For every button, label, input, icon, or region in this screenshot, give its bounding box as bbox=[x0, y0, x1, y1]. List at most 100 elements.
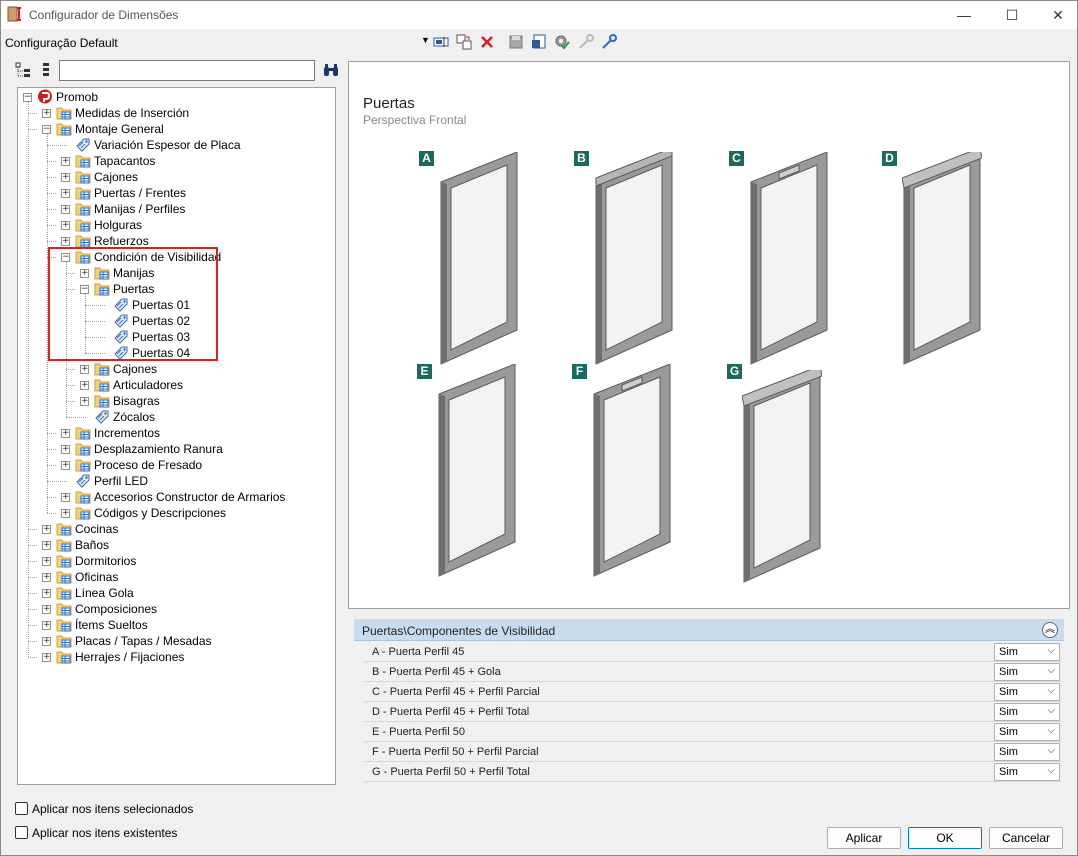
apply-button[interactable]: Aplicar bbox=[827, 827, 901, 849]
property-value-select[interactable]: Sim ⌵ bbox=[994, 703, 1060, 721]
maximize-button[interactable]: ☐ bbox=[989, 1, 1035, 29]
property-value-select[interactable]: Sim ⌵ bbox=[994, 643, 1060, 661]
tree-item[interactable]: + Articuladores bbox=[18, 377, 335, 393]
apply-existing-checkbox[interactable] bbox=[15, 826, 28, 839]
tree-item[interactable]: Perfil LED bbox=[18, 473, 335, 489]
tree-item[interactable]: + Oficinas bbox=[18, 569, 335, 585]
tree-item[interactable]: + Línea Gola bbox=[18, 585, 335, 601]
config-dropdown-icon[interactable]: ▼ bbox=[421, 35, 430, 45]
expand-icon[interactable]: + bbox=[61, 429, 70, 438]
close-button[interactable]: ✕ bbox=[1035, 1, 1078, 29]
apply-existing-label: Aplicar nos itens existentes bbox=[32, 826, 178, 840]
tree-item[interactable]: + Manijas / Perfiles bbox=[18, 201, 335, 217]
tree-item-label: Bisagras bbox=[113, 394, 160, 408]
search-input[interactable] bbox=[59, 60, 315, 81]
tree-item[interactable]: + Cajones bbox=[18, 361, 335, 377]
property-value: Sim bbox=[999, 766, 1018, 778]
chevron-down-icon[interactable]: ⌵ bbox=[1047, 725, 1055, 736]
tree-item[interactable]: + Ítems Sueltos bbox=[18, 617, 335, 633]
tree-item[interactable]: + Dormitorios bbox=[18, 553, 335, 569]
property-value-select[interactable]: Sim ⌵ bbox=[994, 663, 1060, 681]
tools-icon[interactable] bbox=[601, 34, 617, 50]
tree-item[interactable]: Variación Espesor de Placa bbox=[18, 137, 335, 153]
expand-icon[interactable]: + bbox=[42, 653, 51, 662]
collapse-node-icon[interactable]: − bbox=[42, 125, 51, 134]
apply-selected-checkbox[interactable] bbox=[15, 802, 28, 815]
chevron-down-icon[interactable]: ⌵ bbox=[1047, 745, 1055, 756]
expand-icon[interactable]: + bbox=[42, 109, 51, 118]
expand-icon[interactable]: + bbox=[61, 221, 70, 230]
expand-icon[interactable]: + bbox=[42, 541, 51, 550]
expand-icon[interactable]: + bbox=[80, 381, 89, 390]
expand-icon[interactable]: + bbox=[42, 637, 51, 646]
tree-item[interactable]: + Incrementos bbox=[18, 425, 335, 441]
property-value-select[interactable]: Sim ⌵ bbox=[994, 683, 1060, 701]
property-row: D - Puerta Perfil 45 + Perfil Total Sim ⌵ bbox=[364, 702, 1061, 722]
tree-view[interactable]: − Promob + Medidas de Inserción − Montaje Gen… bbox=[17, 87, 336, 785]
tree-item[interactable]: + Baños bbox=[18, 537, 335, 553]
config-select[interactable]: Configuração Default bbox=[5, 36, 118, 50]
expand-icon[interactable]: + bbox=[61, 509, 70, 518]
expand-icon[interactable]: + bbox=[42, 573, 51, 582]
chevron-down-icon[interactable]: ⌵ bbox=[1047, 665, 1055, 676]
save-icon[interactable] bbox=[508, 34, 524, 50]
property-value-select[interactable]: Sim ⌵ bbox=[994, 723, 1060, 741]
expand-all-icon[interactable] bbox=[15, 62, 31, 78]
expand-icon[interactable]: + bbox=[61, 205, 70, 214]
collapse-icon[interactable]: ︽ bbox=[1042, 622, 1058, 638]
tree-item[interactable]: + Cocinas bbox=[18, 521, 335, 537]
tree-item[interactable]: − Montaje General bbox=[18, 121, 335, 137]
expand-icon[interactable]: + bbox=[61, 237, 70, 246]
folder-table-icon bbox=[56, 105, 72, 120]
settings-check-icon[interactable] bbox=[554, 34, 570, 50]
tree-item[interactable]: + Puertas / Frentes bbox=[18, 185, 335, 201]
chevron-down-icon[interactable]: ⌵ bbox=[1047, 685, 1055, 696]
expand-icon[interactable]: + bbox=[42, 621, 51, 630]
property-value-select[interactable]: Sim ⌵ bbox=[994, 763, 1060, 781]
title-bar: Configurador de Dimensões — ☐ ✕ bbox=[1, 1, 1077, 29]
ok-button[interactable]: OK bbox=[908, 827, 982, 849]
tree-item[interactable]: + Tapacantos bbox=[18, 153, 335, 169]
expand-icon[interactable]: + bbox=[42, 605, 51, 614]
expand-icon[interactable]: + bbox=[42, 557, 51, 566]
delete-icon[interactable] bbox=[479, 34, 495, 50]
tree-item[interactable]: Zócalos bbox=[18, 409, 335, 425]
tree-item[interactable]: + Medidas de Inserción bbox=[18, 105, 335, 121]
tree-item[interactable]: + Desplazamiento Ranura bbox=[18, 441, 335, 457]
tree-item[interactable]: + Proceso de Fresado bbox=[18, 457, 335, 473]
expand-icon[interactable]: + bbox=[61, 173, 70, 182]
expand-icon[interactable]: + bbox=[80, 397, 89, 406]
export-icon[interactable] bbox=[531, 34, 547, 50]
tree-item[interactable]: + Códigos y Descripciones bbox=[18, 505, 335, 521]
tree-item[interactable]: + Herrajes / Fijaciones bbox=[18, 649, 335, 665]
binoculars-icon[interactable] bbox=[323, 62, 339, 78]
tree-item[interactable]: + Composiciones bbox=[18, 601, 335, 617]
chevron-down-icon[interactable]: ⌵ bbox=[1047, 705, 1055, 716]
tree-item[interactable]: + Bisagras bbox=[18, 393, 335, 409]
collapse-node-icon[interactable]: − bbox=[23, 93, 32, 102]
expand-icon[interactable]: + bbox=[42, 525, 51, 534]
expand-icon[interactable]: + bbox=[61, 461, 70, 470]
property-value-select[interactable]: Sim ⌵ bbox=[994, 743, 1060, 761]
expand-icon[interactable]: + bbox=[42, 589, 51, 598]
tools-disabled-icon[interactable] bbox=[578, 34, 594, 50]
expand-icon[interactable]: + bbox=[80, 365, 89, 374]
expand-icon[interactable]: + bbox=[61, 493, 70, 502]
cancel-button[interactable]: Cancelar bbox=[989, 827, 1063, 849]
expand-icon[interactable]: + bbox=[61, 189, 70, 198]
tree-item[interactable]: − Promob bbox=[18, 89, 335, 105]
expand-icon[interactable]: + bbox=[61, 157, 70, 166]
minimize-button[interactable]: — bbox=[941, 1, 987, 29]
tree-item[interactable]: + Placas / Tapas / Mesadas bbox=[18, 633, 335, 649]
expand-icon[interactable]: + bbox=[61, 445, 70, 454]
tree-connector bbox=[28, 609, 37, 610]
copy-config-icon[interactable] bbox=[456, 34, 472, 50]
properties-header[interactable]: Puertas\Componentes de Visibilidad ︽ bbox=[354, 619, 1064, 641]
collapse-all-icon[interactable] bbox=[38, 62, 54, 78]
tree-item[interactable]: + Holguras bbox=[18, 217, 335, 233]
tree-item[interactable]: + Cajones bbox=[18, 169, 335, 185]
chevron-down-icon[interactable]: ⌵ bbox=[1047, 645, 1055, 656]
chevron-down-icon[interactable]: ⌵ bbox=[1047, 765, 1055, 776]
tree-item[interactable]: + Accesorios Constructor de Armarios bbox=[18, 489, 335, 505]
rename-icon[interactable] bbox=[433, 34, 449, 50]
